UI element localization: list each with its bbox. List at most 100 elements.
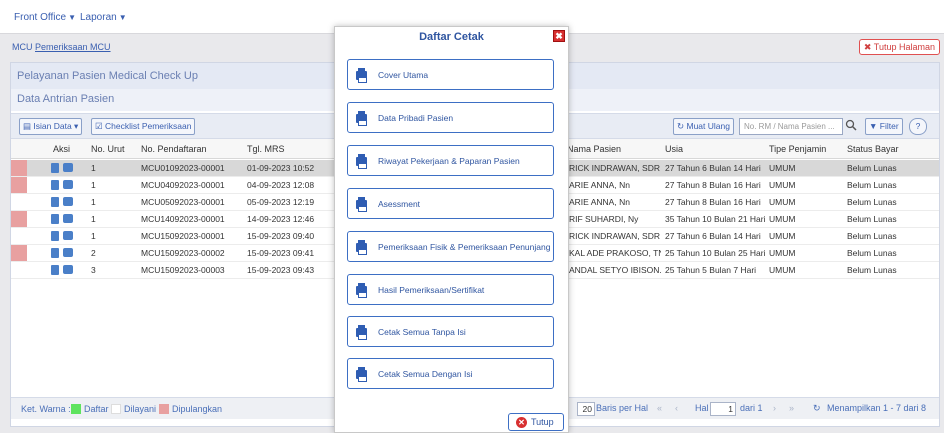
- close-icon[interactable]: ✖: [553, 30, 565, 42]
- row-status-marker: [11, 245, 27, 261]
- col-status-bayar: Status Bayar: [847, 144, 899, 154]
- document-icon[interactable]: [51, 265, 59, 275]
- isian-data-button[interactable]: ▤ Isian Data ▾: [19, 118, 83, 135]
- page-total: dari 1: [740, 403, 763, 413]
- breadcrumb-mcu[interactable]: MCU: [12, 42, 33, 52]
- printer-icon[interactable]: [63, 180, 73, 189]
- cell-nama-pasien: KAL ADE PRAKOSO, TN: [569, 248, 661, 258]
- cell-usia: 27 Tahun 8 Bulan 16 Hari: [665, 197, 761, 207]
- cell-status-bayar: Belum Lunas: [847, 265, 897, 275]
- button-label: Data Pribadi Pasien: [378, 113, 454, 123]
- page-number-input[interactable]: 1: [710, 402, 736, 416]
- cell-tgl-mrs: 15-09-2023 09:40: [247, 231, 315, 241]
- document-icon[interactable]: [51, 248, 59, 258]
- cell-usia: 27 Tahun 6 Bulan 14 Hari: [665, 163, 761, 173]
- search-icon[interactable]: [845, 119, 859, 133]
- document-icon[interactable]: [51, 197, 59, 207]
- printer-icon[interactable]: [63, 214, 73, 223]
- close-page-button[interactable]: ✖ Tutup Halaman: [858, 39, 940, 55]
- cell-no-pendaftaran: MCU04092023-00001: [141, 180, 225, 190]
- printer-icon[interactable]: [63, 197, 73, 206]
- reload-button[interactable]: ↻ Muat Ulang: [673, 118, 734, 135]
- cell-tipe-penjamin: UMUM: [769, 248, 796, 258]
- page-label: Hal: [695, 403, 709, 413]
- printer-icon: [356, 111, 367, 126]
- breadcrumb-pemeriksaan-mcu[interactable]: Pemeriksaan MCU: [35, 42, 111, 52]
- cell-tipe-penjamin: UMUM: [769, 163, 796, 173]
- filter-button[interactable]: ▼ Filter: [865, 118, 903, 135]
- next-page-icon[interactable]: ›: [773, 403, 776, 413]
- printer-icon: [356, 197, 367, 212]
- cell-no-urut: 1: [91, 197, 96, 207]
- cell-tgl-mrs: 04-09-2023 12:08: [247, 180, 315, 190]
- cell-status-bayar: Belum Lunas: [847, 248, 897, 258]
- document-icon[interactable]: [51, 180, 59, 190]
- menu-laporan[interactable]: Laporan ▼: [80, 12, 127, 23]
- chevron-down-icon: ▼: [68, 13, 76, 22]
- chevron-down-icon: ▼: [118, 13, 127, 22]
- rows-per-page-label: Baris per Hal: [596, 403, 649, 413]
- print-asessment-button[interactable]: Asessment: [347, 188, 554, 219]
- legend-label: Ket. Warna :: [21, 404, 71, 414]
- legend-swatch-dipulangkan: [159, 404, 169, 414]
- printer-icon[interactable]: [63, 265, 73, 274]
- menu-front-office[interactable]: Front Office ▼: [14, 12, 76, 23]
- cell-usia: 27 Tahun 6 Bulan 14 Hari: [665, 231, 761, 241]
- search-input[interactable]: No. RM / Nama Pasien ...: [739, 118, 843, 135]
- filter-label: Filter: [879, 121, 899, 131]
- cell-usia: 35 Tahun 10 Bulan 21 Hari: [665, 214, 766, 224]
- legend-dipulangkan: Dipulangkan: [172, 404, 223, 414]
- cell-no-urut: 1: [91, 163, 96, 173]
- cell-tgl-mrs: 05-09-2023 12:19: [247, 197, 315, 207]
- printer-icon[interactable]: [63, 163, 73, 172]
- cell-tipe-penjamin: UMUM: [769, 197, 796, 207]
- reload-label: Muat Ulang: [686, 121, 730, 131]
- prev-page-icon[interactable]: ‹: [675, 403, 678, 413]
- legend-swatch-dilayani: [111, 404, 121, 414]
- button-label: Asessment: [378, 199, 421, 209]
- printer-icon[interactable]: [63, 248, 73, 257]
- first-page-icon[interactable]: «: [657, 403, 662, 413]
- cell-status-bayar: Belum Lunas: [847, 180, 897, 190]
- last-page-icon[interactable]: »: [789, 403, 794, 413]
- cell-tgl-mrs: 14-09-2023 12:46: [247, 214, 315, 224]
- printer-icon[interactable]: [63, 231, 73, 240]
- tutup-button[interactable]: ✕ Tutup: [508, 413, 564, 431]
- cell-nama-pasien: ARIE ANNA, Nn: [569, 197, 630, 207]
- cell-nama-pasien: RICK INDRAWAN, SDR: [569, 231, 660, 241]
- row-status-marker: [11, 160, 27, 176]
- cell-no-pendaftaran: MCU15092023-00001: [141, 231, 225, 241]
- document-icon[interactable]: [51, 163, 59, 173]
- cell-usia: 25 Tahun 10 Bulan 25 Hari: [665, 248, 766, 258]
- button-label: Cetak Semua Tanpa Isi: [378, 327, 466, 337]
- document-icon[interactable]: [51, 231, 59, 241]
- printer-icon: [356, 325, 367, 340]
- legend-dilayani: Dilayani: [124, 404, 157, 414]
- cell-status-bayar: Belum Lunas: [847, 231, 897, 241]
- cell-no-urut: 1: [91, 231, 96, 241]
- cell-no-urut: 1: [91, 180, 96, 190]
- printer-icon: [356, 283, 367, 298]
- checklist-button[interactable]: ☑ Checklist Pemeriksaan: [91, 118, 196, 135]
- cell-tipe-penjamin: UMUM: [769, 265, 796, 275]
- print-hasil-pemeriksaan-button[interactable]: Hasil Pemeriksaan/Sertifikat: [347, 274, 554, 305]
- print-semua-tanpa-isi-button[interactable]: Cetak Semua Tanpa Isi: [347, 316, 554, 347]
- print-cover-utama-button[interactable]: Cover Utama: [347, 59, 554, 90]
- refresh-icon[interactable]: ↻: [813, 403, 821, 414]
- help-button[interactable]: ?: [909, 118, 927, 135]
- print-dialog: Daftar Cetak ✖ Cover Utama Data Pribadi …: [334, 26, 569, 433]
- button-label: Cetak Semua Dengan Isi: [378, 369, 473, 379]
- print-semua-dengan-isi-button[interactable]: Cetak Semua Dengan Isi: [347, 358, 554, 389]
- legend-swatch-daftar: [71, 404, 81, 414]
- page-size-select[interactable]: 20: [577, 402, 595, 416]
- print-pemeriksaan-fisik-button[interactable]: Pemeriksaan Fisik & Pemeriksaan Penunjan…: [347, 231, 554, 262]
- print-data-pribadi-button[interactable]: Data Pribadi Pasien: [347, 102, 554, 133]
- checklist-label: Checklist Pemeriksaan: [104, 121, 192, 131]
- document-icon[interactable]: [51, 214, 59, 224]
- col-aksi: Aksi: [53, 144, 71, 154]
- printer-icon: [356, 68, 367, 83]
- col-nama-pasien: Nama Pasien: [567, 144, 622, 154]
- print-riwayat-pekerjaan-button[interactable]: Riwayat Pekerjaan & Paparan Pasien: [347, 145, 554, 176]
- cell-nama-pasien: RICK INDRAWAN, SDR: [569, 163, 660, 173]
- row-status-marker: [11, 177, 27, 193]
